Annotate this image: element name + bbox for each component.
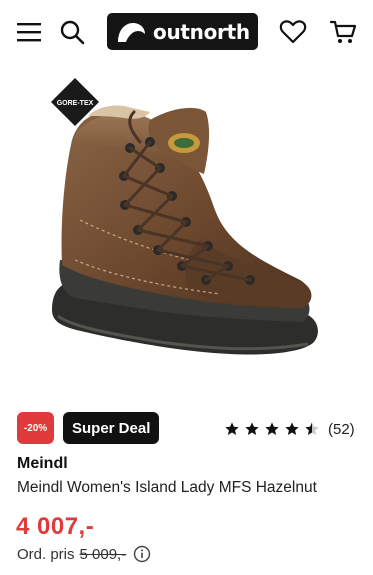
cart-button[interactable] bbox=[328, 17, 358, 47]
wishlist-button[interactable] bbox=[278, 17, 308, 47]
star-rating bbox=[224, 421, 324, 437]
brand-name: outnorth bbox=[153, 19, 250, 44]
product-brand[interactable]: Meindl bbox=[17, 455, 68, 473]
star-full-icon bbox=[265, 422, 279, 435]
ordinary-price-label: Ord. pris bbox=[17, 545, 75, 563]
star-half-icon bbox=[305, 422, 319, 435]
product-name[interactable]: Meindl Women's Island Lady MFS Hazelnut bbox=[17, 479, 317, 497]
search-button[interactable] bbox=[57, 17, 87, 47]
rating[interactable]: (52) bbox=[224, 419, 355, 439]
cart-icon bbox=[329, 20, 357, 43]
top-header: outnorth bbox=[0, 0, 373, 66]
star-full-icon bbox=[285, 422, 299, 435]
svg-text:GORE-TEX: GORE-TEX bbox=[57, 100, 94, 107]
heart-icon bbox=[279, 20, 307, 44]
brand-logo[interactable]: outnorth bbox=[107, 13, 258, 50]
logo-mark-icon bbox=[118, 22, 145, 42]
menu-icon bbox=[17, 23, 41, 42]
product-image[interactable]: GORE-TEX bbox=[0, 70, 373, 400]
review-count[interactable]: (52) bbox=[328, 421, 355, 438]
product-badges: -20% Super Deal bbox=[17, 412, 160, 444]
star-full-icon bbox=[245, 422, 259, 435]
ordinary-price-line: Ord. pris 5 009,- bbox=[17, 545, 151, 563]
discount-badge: -20% bbox=[17, 412, 54, 444]
current-price: 4 007,- bbox=[16, 513, 95, 540]
info-icon[interactable] bbox=[133, 545, 151, 563]
search-icon bbox=[60, 20, 85, 45]
ordinary-price: 5 009,- bbox=[79, 545, 127, 563]
super-deal-badge: Super Deal bbox=[63, 412, 160, 444]
menu-button[interactable] bbox=[14, 17, 44, 47]
star-full-icon bbox=[225, 422, 239, 435]
hiking-boot-image: GORE-TEX bbox=[50, 77, 318, 355]
